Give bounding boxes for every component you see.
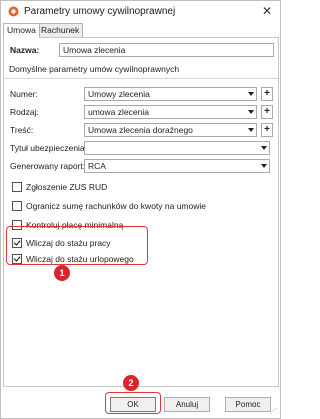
checkbox-box[interactable] <box>12 200 22 211</box>
checkbox-label: Zgłoszenie ZUS RUD <box>26 181 108 192</box>
divider <box>4 78 278 79</box>
tab-rachunek[interactable]: Rachunek <box>37 23 84 38</box>
checkbox-label: Ogranicz sumę rachunków do kwoty na umow… <box>26 200 206 211</box>
numer-select[interactable]: Umowy zlecenia <box>84 87 257 101</box>
generowany-raport-select[interactable]: RCA <box>84 159 270 173</box>
resize-grip-icon[interactable]: ⋰ <box>270 408 278 416</box>
numer-add-button[interactable]: + <box>261 87 273 101</box>
chevron-down-icon <box>248 110 254 114</box>
generowany-raport-value: RCA <box>88 161 106 171</box>
section-caption: Domyślne parametry umów cywilnoprawnych <box>9 64 180 74</box>
checkbox-ogranicz-sume[interactable]: Ogranicz sumę rachunków do kwoty na umow… <box>12 200 206 211</box>
app-icon <box>8 6 19 17</box>
chevron-down-icon <box>261 164 267 168</box>
annotation-badge-2: 2 <box>123 375 139 391</box>
tresc-add-button[interactable]: + <box>261 123 273 137</box>
tab-bar: Umowa Rachunek <box>3 23 279 38</box>
dialog-window: Parametry umowy cywilnoprawnej ✕ Umowa R… <box>0 0 281 419</box>
name-label: Nazwa: <box>10 45 40 55</box>
rodzaj-value: umowa zlecenia <box>88 107 149 117</box>
title-bar: Parametry umowy cywilnoprawnej ✕ <box>1 1 280 23</box>
checkbox-zus-rud[interactable]: Zgłoszenie ZUS RUD <box>12 181 107 192</box>
tresc-select[interactable]: Umowa zlecenia doraźnego <box>84 123 257 137</box>
chevron-down-icon <box>248 92 254 96</box>
tresc-label: Treść: <box>10 125 34 135</box>
checkbox-box[interactable] <box>12 181 22 192</box>
help-button[interactable]: Pomoc <box>225 397 271 412</box>
rodzaj-select[interactable]: umowa zlecenia <box>84 105 257 119</box>
tytul-ubezpieczenia-label: Tytuł ubezpieczenia: <box>10 143 88 153</box>
close-button[interactable]: ✕ <box>260 4 274 18</box>
chevron-down-icon <box>248 128 254 132</box>
annotation-highlight-checkboxes <box>6 226 148 265</box>
numer-label: Numer: <box>10 89 38 99</box>
annotation-highlight-ok <box>105 392 161 414</box>
annotation-badge-1: 1 <box>54 265 70 281</box>
name-input[interactable]: Umowa zlecenia <box>59 43 274 57</box>
window-title: Parametry umowy cywilnoprawnej <box>24 6 176 17</box>
tresc-value: Umowa zlecenia doraźnego <box>88 125 193 135</box>
cancel-button[interactable]: Anuluj <box>164 397 210 412</box>
chevron-down-icon <box>261 146 267 150</box>
rodzaj-label: Rodzaj: <box>10 107 39 117</box>
tytul-ubezpieczenia-select[interactable] <box>84 141 270 155</box>
numer-value: Umowy zlecenia <box>88 89 150 99</box>
tab-panel-umowa: Nazwa: Umowa zlecenia Domyślne parametry… <box>3 37 279 387</box>
rodzaj-add-button[interactable]: + <box>261 105 273 119</box>
generowany-raport-label: Generowany raport: <box>10 161 86 171</box>
tab-umowa[interactable]: Umowa <box>3 23 40 38</box>
